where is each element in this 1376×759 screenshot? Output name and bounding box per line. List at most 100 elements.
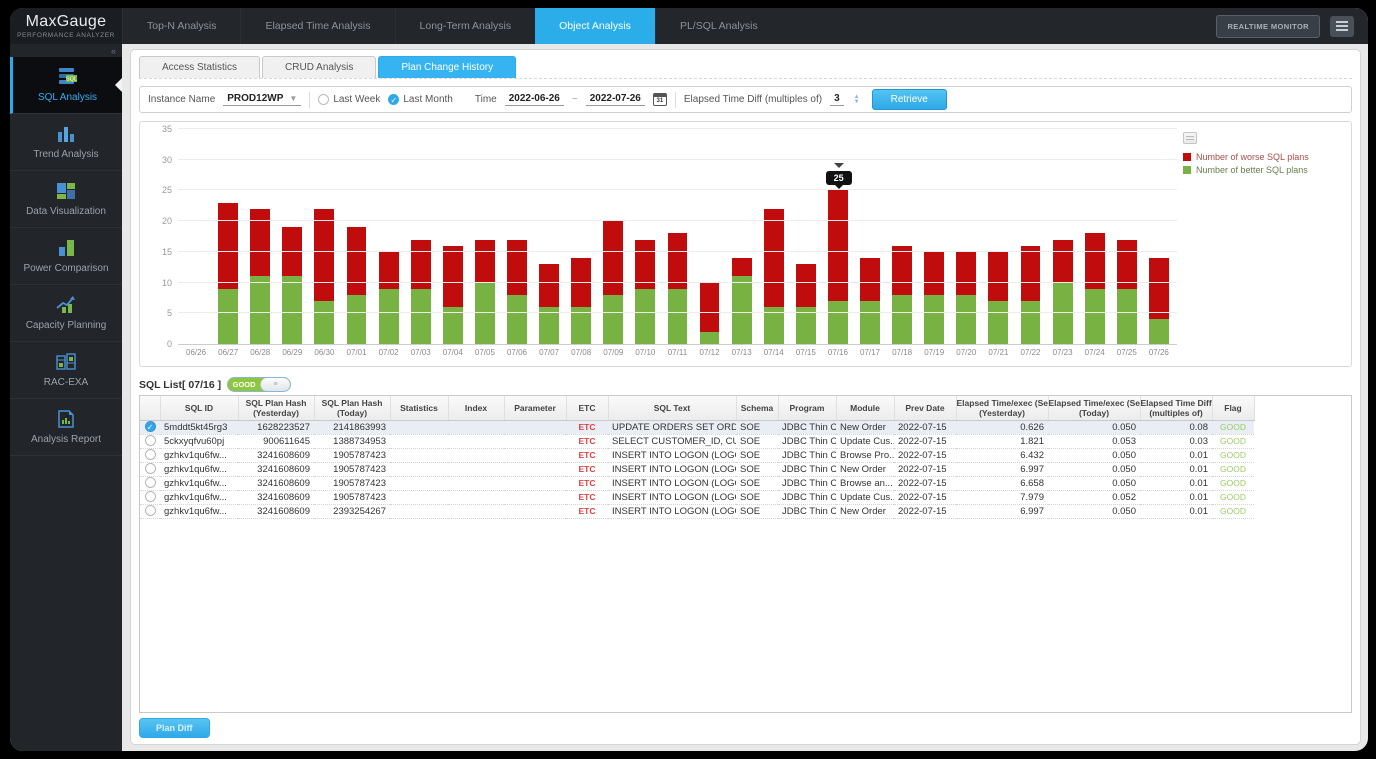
better-segment <box>603 295 623 344</box>
row-unchecked-icon[interactable] <box>145 463 156 474</box>
y-axis-tick: 25 <box>148 185 172 195</box>
cell-sql-id: gzhkv1qu6fw... <box>160 504 238 518</box>
x-axis-tick: 07/01 <box>340 345 372 357</box>
gridline <box>178 159 1177 160</box>
sidebar-item-label: SQL Analysis <box>38 92 97 103</box>
subtab-access-statistics[interactable]: Access Statistics <box>139 56 260 78</box>
y-axis-tick: 10 <box>148 278 172 288</box>
last-week-label: Last Week <box>333 94 380 105</box>
row-unchecked-icon[interactable] <box>145 477 156 488</box>
table-row[interactable]: gzhkv1qu6fw...32416086092393254267ETCINS… <box>140 504 1254 518</box>
cell-diff: 0.01 <box>1140 504 1212 518</box>
cell-el-y: 7.979 <box>956 490 1048 504</box>
column-header-schema[interactable]: Schema <box>736 396 778 420</box>
cell-el-y: 6.658 <box>956 476 1048 490</box>
last-week-radio[interactable]: Last Week <box>318 94 380 105</box>
last-month-radio[interactable]: ✓ Last Month <box>388 94 452 105</box>
sidebar-item-power-comparison[interactable]: Power Comparison <box>10 228 122 285</box>
y-axis-tick: 0 <box>148 339 172 349</box>
x-axis-tick: 07/18 <box>886 345 918 357</box>
nav-tab-long-term-analysis[interactable]: Long-Term Analysis <box>395 8 536 44</box>
column-header-etc[interactable]: ETC <box>566 396 608 420</box>
x-axis-tick: 07/05 <box>469 345 501 357</box>
sidebar-item-label: RAC-EXA <box>44 377 88 388</box>
retrieve-button[interactable]: Retrieve <box>872 89 947 110</box>
better-segment <box>828 301 848 344</box>
instance-name-select[interactable]: PROD12WP ▼ <box>223 93 301 106</box>
cell-module: New Order <box>836 462 894 476</box>
sidebar-item-analysis-report[interactable]: Analysis Report <box>10 399 122 456</box>
cell-prev-date: 2022-07-15 <box>894 476 956 490</box>
column-header-prev-date[interactable]: Prev Date <box>894 396 956 420</box>
column-header-el-t[interactable]: Elapsed Time/exec (Sec)(Today) <box>1048 396 1140 420</box>
spinner-icon[interactable]: ▲▼ <box>854 95 860 105</box>
subtab-plan-change-history[interactable]: Plan Change History <box>378 56 516 78</box>
column-header-sql-id[interactable]: SQL ID <box>160 396 238 420</box>
cell-diff: 0.01 <box>1140 448 1212 462</box>
sidebar-item-sql-analysis[interactable]: SQLSQL Analysis <box>10 57 122 114</box>
calendar-icon[interactable]: 31 <box>653 93 667 106</box>
row-checked-icon[interactable]: ✓ <box>145 421 156 432</box>
table-row[interactable]: gzhkv1qu6fw...32416086091905787423ETCINS… <box>140 448 1254 462</box>
column-header-flag[interactable]: Flag <box>1212 396 1254 420</box>
cell-hash-t: 1905787423 <box>314 476 390 490</box>
nav-tab-top-n-analysis[interactable]: Top-N Analysis <box>122 8 240 44</box>
cell-module: Update Cus... <box>836 490 894 504</box>
column-header-program[interactable]: Program <box>778 396 836 420</box>
column-header-module[interactable]: Module <box>836 396 894 420</box>
good-toggle[interactable]: GOOD ≡ <box>227 377 291 392</box>
table-row[interactable]: gzhkv1qu6fw...32416086091905787423ETCINS… <box>140 462 1254 476</box>
column-header-index[interactable]: Index <box>448 396 504 420</box>
column-header-parameter[interactable]: Parameter <box>504 396 566 420</box>
sidebar-item-rac-exa[interactable]: RAC-EXA <box>10 342 122 399</box>
cell-index <box>448 448 504 462</box>
column-header-diff[interactable]: Elapsed Time Diff(multiples of) <box>1140 396 1212 420</box>
chart-menu-icon[interactable] <box>1183 132 1197 144</box>
cell-schema: SOE <box>736 462 778 476</box>
cell-program: JDBC Thin C... <box>778 434 836 448</box>
row-unchecked-icon[interactable] <box>145 491 156 502</box>
elapsed-diff-input[interactable]: 3 <box>830 93 844 106</box>
cell-program: JDBC Thin C... <box>778 476 836 490</box>
sidebar-item-capacity-planning[interactable]: Capacity Planning <box>10 285 122 342</box>
time-to-input[interactable]: 2022-07-26 <box>586 93 645 106</box>
main-content: Access StatisticsCRUD AnalysisPlan Chang… <box>122 44 1368 751</box>
nav-tab-pl-sql-analysis[interactable]: PL/SQL Analysis <box>655 8 782 44</box>
radio-circle-icon <box>318 94 329 105</box>
column-header-check[interactable] <box>140 396 160 420</box>
y-axis-tick: 30 <box>148 155 172 165</box>
collapse-sidebar-icon[interactable]: « <box>111 46 116 56</box>
row-unchecked-icon[interactable] <box>145 449 156 460</box>
hamburger-menu-button[interactable] <box>1330 16 1354 37</box>
chevron-down-icon: ▼ <box>289 94 297 103</box>
subtab-crud-analysis[interactable]: CRUD Analysis <box>262 56 376 78</box>
sidebar-item-trend-analysis[interactable]: Trend Analysis <box>10 114 122 171</box>
column-header-statistics[interactable]: Statistics <box>390 396 448 420</box>
cell-hash-t: 1905787423 <box>314 448 390 462</box>
table-row[interactable]: 5ckxyqfvu60pj9006116451388734953ETCSELEC… <box>140 434 1254 448</box>
column-header-hash-y[interactable]: SQL Plan Hash(Yesterday) <box>238 396 314 420</box>
plan-diff-button[interactable]: Plan Diff <box>139 718 210 738</box>
nav-tab-elapsed-time-analysis[interactable]: Elapsed Time Analysis <box>240 8 394 44</box>
time-from-input[interactable]: 2022-06-26 <box>505 93 564 106</box>
etc-flag: ETC <box>579 506 596 516</box>
row-unchecked-icon[interactable] <box>145 505 156 516</box>
cell-prev-date: 2022-07-15 <box>894 490 956 504</box>
table-row[interactable]: gzhkv1qu6fw...32416086091905787423ETCINS… <box>140 490 1254 504</box>
sidebar-item-data-visualization[interactable]: Data Visualization <box>10 171 122 228</box>
worse-segment <box>1053 240 1073 283</box>
cell-schema: SOE <box>736 476 778 490</box>
table-row[interactable]: gzhkv1qu6fw...32416086091905787423ETCINS… <box>140 476 1254 490</box>
better-segment <box>1021 301 1041 344</box>
nav-tab-object-analysis[interactable]: Object Analysis <box>535 8 655 44</box>
column-header-hash-t[interactable]: SQL Plan Hash(Today) <box>314 396 390 420</box>
plan-change-chart: 0510152025303525 06/2606/2706/2806/2906/… <box>139 121 1352 367</box>
cell-hash-y: 3241608609 <box>238 504 314 518</box>
cell-el-t: 0.052 <box>1048 490 1140 504</box>
column-header-el-y[interactable]: Elapsed Time/exec (Sec)(Yesterday) <box>956 396 1048 420</box>
realtime-monitor-button[interactable]: REALTIME MONITOR <box>1216 15 1320 38</box>
table-row[interactable]: ✓5mddt5kt45rg316282235272141863993ETCUPD… <box>140 420 1254 434</box>
row-unchecked-icon[interactable] <box>145 435 156 446</box>
column-header-sql-text[interactable]: SQL Text <box>608 396 736 420</box>
worse-segment <box>507 240 527 295</box>
